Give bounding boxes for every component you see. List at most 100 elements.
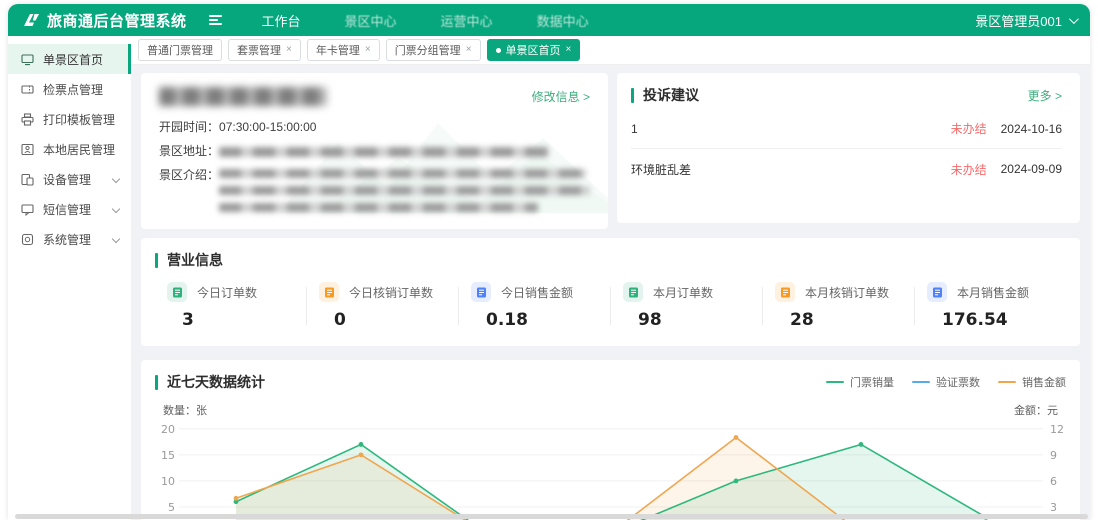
chevron-down-icon — [111, 174, 121, 184]
complaint-row[interactable]: 环境脏乱差 未办结 2024-09-09 — [631, 149, 1062, 189]
verified-orders-today-icon — [319, 282, 339, 302]
sidebar-item-label: 系统管理 — [43, 232, 92, 247]
stat-0: 今日订单数 3 — [155, 282, 306, 330]
sidebar-item-print-template[interactable]: 打印模板管理 — [8, 104, 131, 134]
business-title: 营业信息 — [167, 252, 223, 268]
header-nav: 工作台 景区中心 运营中心 数据中心 — [262, 11, 589, 30]
tab-package-ticket-management[interactable]: 套票管理 × — [228, 39, 301, 61]
close-icon[interactable]: × — [566, 45, 572, 55]
legend-label: 验证票数 — [936, 377, 980, 389]
user-menu[interactable]: 景区管理员001 — [975, 11, 1079, 30]
line-chart[interactable]: 20 15 10 5 12 9 6 3 — [155, 420, 1068, 520]
nav-workbench[interactable]: 工作台 — [262, 11, 301, 30]
close-icon[interactable]: × — [466, 45, 472, 55]
tab-normal-ticket-management[interactable]: 普通门票管理 — [138, 39, 222, 61]
sidebar-item-device-management[interactable]: 设备管理 — [8, 164, 131, 194]
active-tab-dot — [495, 47, 501, 53]
legend-item-2[interactable]: 销售金额 — [998, 374, 1066, 390]
legend-swatch — [998, 381, 1016, 383]
sidebar-item-single-scenic-home[interactable]: 单景区首页 — [8, 44, 131, 74]
tab-label: 年卡管理 — [315, 45, 360, 57]
chevron-down-icon — [111, 204, 121, 214]
left-axis-caption: 数量：张 — [163, 405, 207, 417]
tab-ticket-group-management[interactable]: 门票分组管理 × — [385, 39, 481, 61]
left-tick-label: 5 — [168, 501, 175, 514]
right-tick-label: 6 — [1050, 475, 1057, 488]
open-time-label: 开园时间： — [159, 120, 220, 134]
stat-4: 本月核销订单数 28 — [763, 282, 914, 330]
sidebar-item-ticket-check[interactable]: 检票点管理 — [8, 74, 131, 104]
home-monitor-icon — [21, 53, 34, 65]
status-badge: 未办结 — [950, 162, 987, 177]
user-name: 景区管理员001 — [975, 13, 1062, 29]
sidebar-item-system-management[interactable]: 系统管理 — [8, 224, 131, 254]
tab-single-scenic-home[interactable]: 单景区首页 × — [486, 39, 581, 61]
device-icon — [21, 173, 34, 186]
sidebar-item-local-residents[interactable]: 本地居民管理 — [8, 134, 131, 164]
tab-annual-card-management[interactable]: 年卡管理 × — [306, 39, 380, 61]
system-gear-icon — [21, 233, 34, 245]
stat-label: 今日订单数 — [197, 285, 258, 300]
scenic-info-card: 修改信息 > 开园时间： 07:30:00-15:00:00 景区地址： 景区介… — [141, 73, 608, 229]
nav-operation-center[interactable]: 运营中心 — [441, 11, 493, 30]
stat-label: 本月销售金额 — [957, 285, 1030, 300]
brand: 旅商通后台管理系统 — [22, 10, 187, 31]
intro-label: 景区介绍： — [159, 168, 220, 182]
stat-value: 28 — [790, 310, 814, 330]
accent-bar — [155, 374, 158, 390]
accent-bar — [155, 252, 158, 268]
business-info-card: 营业信息 今日订单数 3 今日核销订单数 0 今日销售金额 0.18 本月订单数… — [141, 238, 1080, 346]
edit-info-link[interactable]: 修改信息 > — [532, 88, 590, 105]
close-icon[interactable]: × — [286, 45, 292, 55]
complaint-text: 1 — [631, 121, 638, 136]
right-tick-label: 12 — [1050, 423, 1064, 436]
nav-data-center[interactable]: 数据中心 — [537, 11, 589, 30]
stat-value: 3 — [182, 310, 194, 330]
chevron-down-icon — [1068, 13, 1079, 24]
right-axis-caption: 金额：元 — [1014, 405, 1058, 417]
data-point — [733, 435, 739, 440]
stat-value: 176.54 — [942, 310, 1008, 330]
stat-5: 本月销售金额 176.54 — [915, 282, 1066, 330]
data-point — [358, 452, 364, 458]
stat-value: 0.18 — [486, 310, 528, 330]
complaint-row[interactable]: 1 未办结 2024-10-16 — [631, 109, 1062, 149]
legend-label: 销售金额 — [1022, 377, 1066, 389]
complaint-date: 2024-10-16 — [1000, 121, 1062, 136]
left-tick-label: 10 — [161, 475, 175, 488]
nav-scenic-center[interactable]: 景区中心 — [345, 11, 397, 30]
chevron-down-icon — [111, 234, 121, 244]
app-title: 旅商通后台管理系统 — [47, 12, 187, 30]
stat-label: 本月核销订单数 — [805, 285, 890, 300]
open-time-value: 07:30:00-15:00:00 — [219, 120, 317, 134]
more-link[interactable]: 更多 > — [1028, 87, 1062, 104]
stat-label: 今日核销订单数 — [349, 285, 434, 300]
orders-month-icon — [623, 282, 643, 302]
sidebar-item-label: 打印模板管理 — [43, 112, 116, 127]
sidebar-item-label: 检票点管理 — [43, 82, 104, 97]
address-redacted — [219, 146, 550, 157]
stat-value: 98 — [638, 310, 662, 330]
stat-2: 今日销售金额 0.18 — [459, 282, 610, 330]
tab-label: 普通门票管理 — [147, 45, 213, 57]
sms-icon — [21, 203, 34, 216]
stat-label: 本月订单数 — [653, 285, 714, 300]
sidebar-item-sms-management[interactable]: 短信管理 — [8, 194, 131, 224]
printer-icon — [21, 112, 34, 126]
intro-redacted — [219, 167, 590, 212]
legend-item-1[interactable]: 验证票数 — [912, 374, 980, 390]
data-point — [733, 478, 739, 484]
legend-item-0[interactable]: 门票销量 — [826, 374, 894, 390]
chart-title: 近七天数据统计 — [167, 374, 265, 390]
sales-amount-month-icon — [927, 282, 947, 302]
right-tick-label: 9 — [1050, 449, 1057, 462]
tab-label: 单景区首页 — [505, 45, 561, 57]
horizontal-scrollbar[interactable] — [15, 514, 1088, 519]
data-point — [858, 442, 864, 447]
status-badge: 未办结 — [950, 122, 987, 136]
collapse-menu-icon[interactable] — [208, 15, 222, 25]
accent-bar — [631, 87, 634, 103]
close-icon[interactable]: × — [365, 45, 371, 55]
data-point — [358, 442, 364, 447]
data-point — [233, 495, 239, 501]
